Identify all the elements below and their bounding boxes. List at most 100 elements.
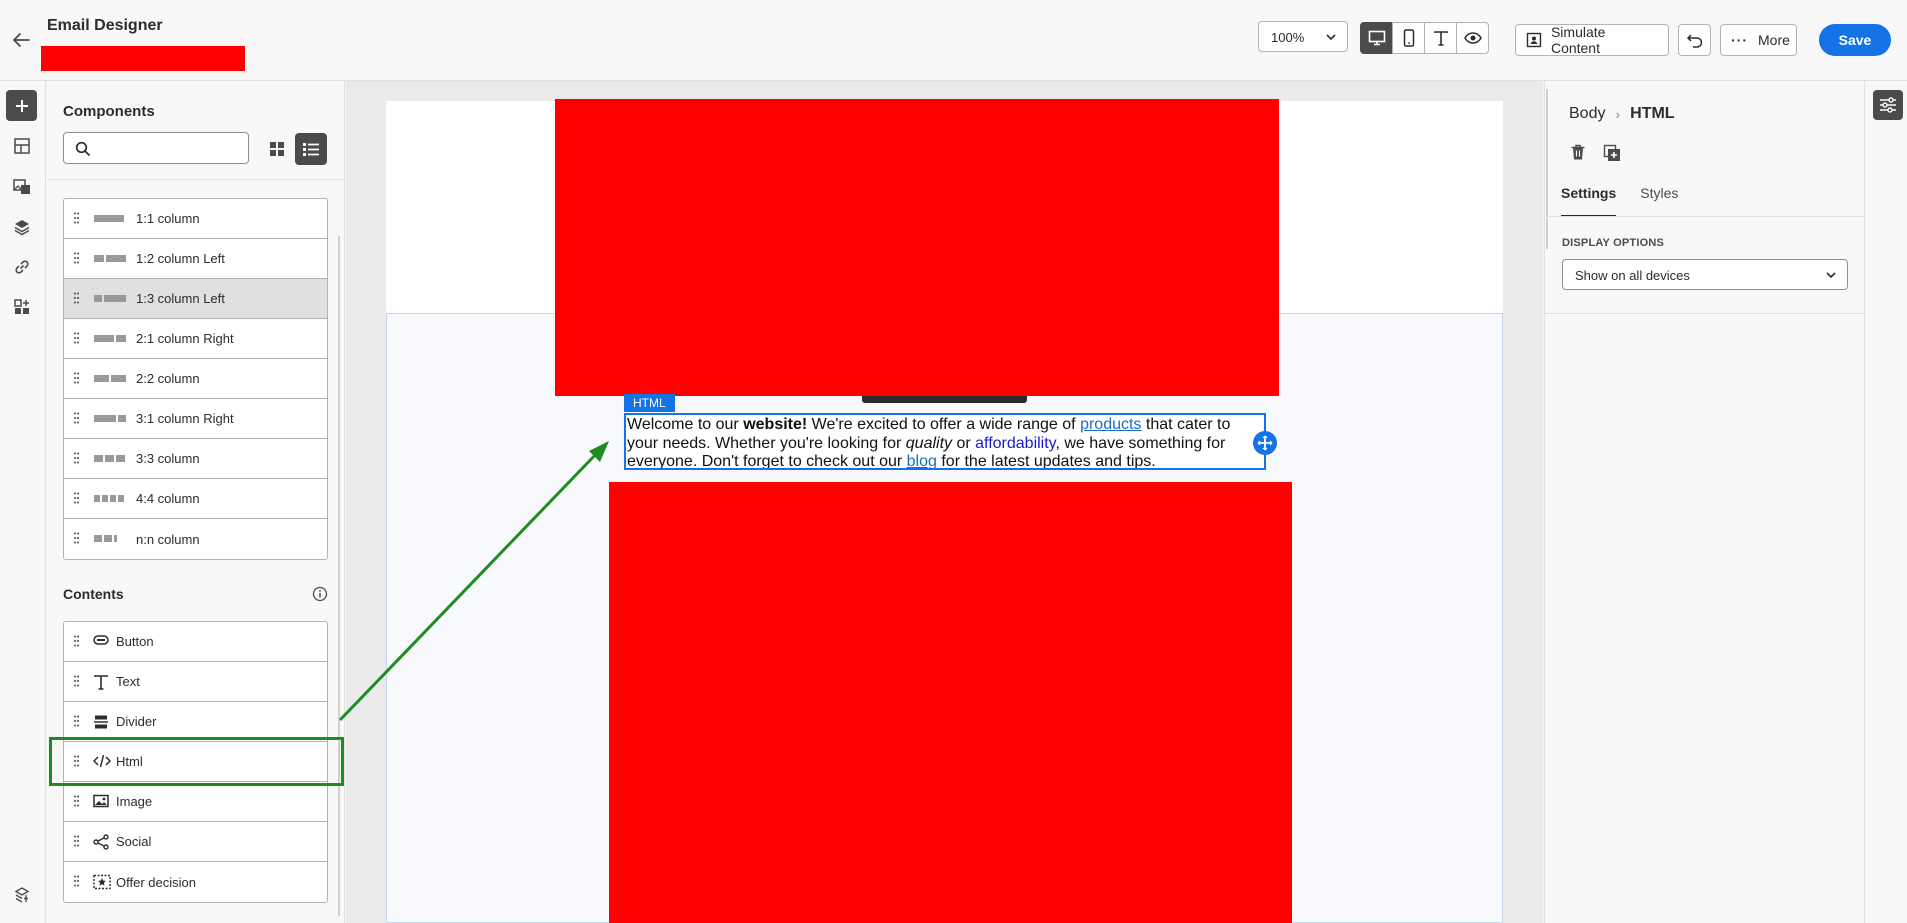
content-item[interactable]: Social [64,822,327,862]
layers-settings-button[interactable] [6,879,37,910]
drag-handle-icon[interactable] [74,635,79,647]
column-layout-icon [94,415,126,422]
drag-handle-icon[interactable] [74,452,79,464]
properties-toggle-button[interactable] [1873,90,1903,120]
layers-button[interactable] [6,211,37,242]
simulate-content-button[interactable]: Simulate Content [1515,24,1669,56]
display-options-select[interactable]: Show on all devices [1562,259,1848,290]
structure-item[interactable]: 1:3 column Left [64,279,327,319]
drag-handle-icon[interactable] [74,372,79,384]
zoom-select[interactable]: 100% [1258,21,1348,52]
column-layout-icon [94,375,126,382]
contents-title: Contents [63,586,124,602]
column-layout-icon [94,495,124,502]
structure-item[interactable]: 3:1 column Right [64,399,327,439]
structure-item[interactable]: 3:3 column [64,439,327,479]
sliders-icon [1880,97,1896,113]
structure-item[interactable]: 1:2 column Left [64,239,327,279]
assets-button[interactable] [6,171,37,202]
content-item[interactable]: Button [64,622,327,662]
grid-view-toggle[interactable] [262,134,292,164]
drag-handle-icon[interactable] [74,412,79,424]
trash-icon[interactable] [1570,144,1586,161]
redacted-body-image [609,482,1292,923]
products-link[interactable]: products [1080,416,1141,433]
fragments-button[interactable] [6,130,37,161]
offer-icon [93,874,111,890]
affordability-link[interactable]: affordability [975,435,1055,452]
simulate-label: Simulate Content [1550,24,1606,56]
preview-button[interactable] [1456,22,1489,54]
desktop-view-button[interactable] [1360,22,1393,54]
drag-handle-icon[interactable] [74,875,79,887]
mobile-view-button[interactable] [1392,22,1425,54]
structure-label: 1:3 column Left [136,291,225,306]
drag-handle-icon[interactable] [74,252,79,264]
desktop-icon [1368,30,1385,46]
grid-add-icon [13,298,29,314]
content-item[interactable]: Text [64,662,327,702]
structure-item[interactable]: n:n column [64,519,327,559]
structure-label: 4:4 column [136,491,200,506]
structures-list: 1:1 column 1:2 column Left 1:3 column Left… [63,198,328,560]
drag-handle-icon[interactable] [74,292,79,304]
redacted-email-name [41,46,245,71]
left-rail [0,81,46,923]
blog-link[interactable]: blog [907,453,937,468]
divider-icon [93,714,109,730]
search-field[interactable] [63,132,249,164]
html-content-block[interactable]: Welcome to our website! We're excited to… [624,413,1266,470]
column-layout-icon [94,215,124,222]
column-layout-icon [94,255,126,262]
tab-settings[interactable]: Settings [1561,185,1617,217]
add-components-button[interactable] [6,90,37,121]
tab-styles[interactable]: Styles [1640,185,1678,217]
drag-handle-icon[interactable] [74,835,79,847]
drag-handle-icon[interactable] [74,532,79,544]
structure-item[interactable]: 2:1 column Right [64,319,327,359]
back-arrow-icon[interactable] [10,29,32,51]
links-button[interactable] [6,251,37,282]
drag-handle-icon[interactable] [74,675,79,687]
content-label: Text [116,674,140,689]
drag-handle-icon[interactable] [74,492,79,504]
drag-handle-icon[interactable] [74,212,79,224]
content-label: Offer decision [116,874,196,890]
more-button[interactable]: ··· More [1720,24,1797,56]
html-block-tag: HTML [624,394,675,412]
add-block-button[interactable] [1253,431,1277,455]
components-panel: Components 1:1 column 1:2 column Left 1:3 … [47,81,345,923]
structure-item[interactable]: 2:2 column [64,359,327,399]
breadcrumb-parent[interactable]: Body [1569,105,1605,123]
content-label: Social [116,834,152,849]
info-icon[interactable] [312,586,328,602]
search-input[interactable] [96,139,236,157]
section-divider [1545,313,1865,314]
text-view-button[interactable] [1424,22,1457,54]
more-label: More [1758,32,1790,48]
save-button[interactable]: Save [1819,24,1891,56]
duplicate-icon[interactable] [1603,144,1621,162]
panel-divider [47,179,345,180]
text-icon [1433,31,1448,46]
tabs-divider [1545,216,1865,217]
drag-handle-icon[interactable] [74,332,79,344]
properties-scrollbar[interactable] [1546,89,1548,249]
content-item[interactable]: Offer decision [64,862,327,902]
personalization-button[interactable] [6,291,37,322]
drag-handle-icon[interactable] [74,795,79,807]
block-toolbar-handle[interactable] [862,396,1027,403]
content-item[interactable]: Image [64,782,327,822]
redacted-header-image [555,99,1279,396]
list-view-toggle[interactable] [295,133,327,165]
right-rail [1864,81,1907,923]
eye-icon [1463,32,1482,44]
undo-button[interactable] [1678,24,1711,56]
components-title: Components [63,103,155,120]
panel-scrollbar[interactable] [338,236,340,916]
structure-item[interactable]: 4:4 column [64,479,327,519]
content-item[interactable]: Divider [64,702,327,742]
share-icon [93,834,109,850]
drag-handle-icon[interactable] [74,715,79,727]
structure-item[interactable]: 1:1 column [64,199,327,239]
